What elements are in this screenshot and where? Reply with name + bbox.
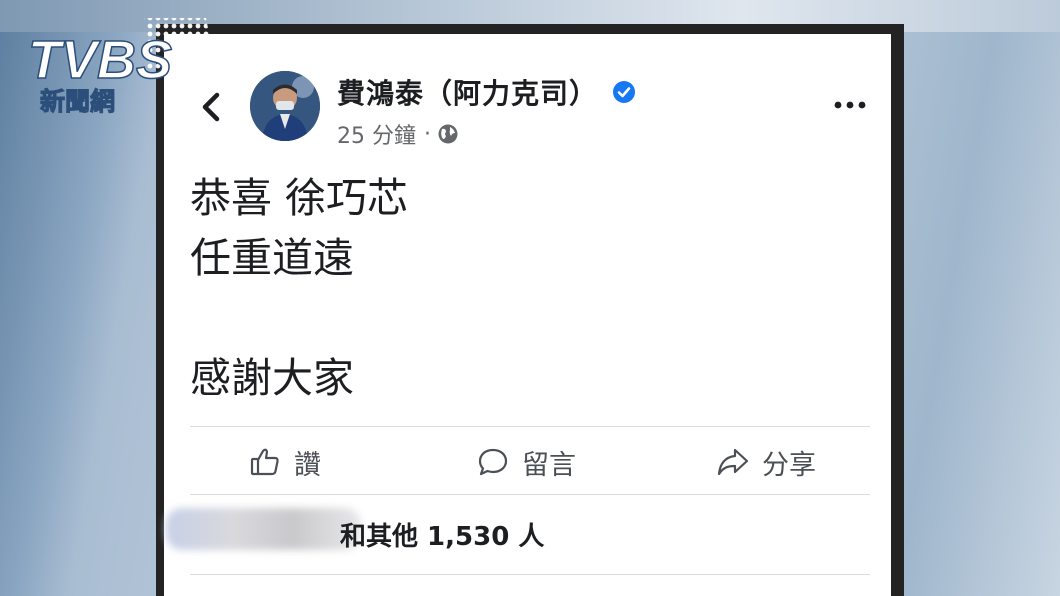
post-line-3 bbox=[190, 288, 408, 348]
comment-button[interactable]: 留言 bbox=[476, 442, 576, 482]
reactions-summary[interactable]: 和其他 1,530 人 bbox=[340, 516, 544, 553]
verified-icon bbox=[613, 81, 636, 103]
logo-brand: TVBS bbox=[28, 30, 172, 90]
post-line-2: 任重道遠 bbox=[190, 234, 354, 282]
globe-icon bbox=[438, 124, 458, 144]
share-button[interactable]: 分享 bbox=[716, 442, 816, 482]
avatar[interactable] bbox=[250, 71, 320, 141]
share-icon bbox=[717, 448, 749, 476]
post-content: 恭喜 徐巧芯 任重道遠 感謝大家 bbox=[190, 168, 408, 408]
like-icon bbox=[250, 448, 279, 476]
post-meta: 25 分鐘 · bbox=[337, 118, 459, 150]
author-name[interactable]: 費鴻泰（阿力克司） bbox=[337, 72, 598, 112]
post-line-1: 恭喜 徐巧芯 bbox=[190, 174, 409, 222]
like-button[interactable]: 讚 bbox=[248, 442, 321, 482]
blurred-reactor-names bbox=[166, 508, 361, 550]
post-line-4: 感謝大家 bbox=[190, 354, 354, 402]
more-icon[interactable] bbox=[832, 98, 868, 112]
logo-subtitle: 新聞網 bbox=[40, 87, 115, 116]
like-label: 讚 bbox=[294, 449, 321, 481]
tvbs-logo: TVBS 新聞網 bbox=[27, 18, 212, 117]
post-time[interactable]: 25 分鐘 bbox=[337, 118, 416, 150]
meta-separator: · bbox=[424, 121, 431, 147]
comment-label: 留言 bbox=[522, 449, 576, 481]
author-row: 費鴻泰（阿力克司） bbox=[337, 72, 636, 112]
divider-footer bbox=[190, 574, 870, 575]
divider-top bbox=[190, 426, 870, 427]
share-label: 分享 bbox=[762, 449, 816, 481]
divider-bottom bbox=[190, 494, 870, 495]
facebook-post: 費鴻泰（阿力克司） 25 分鐘 · 恭喜 徐巧芯 任重道遠 感謝大家 讚 留言 … bbox=[164, 34, 891, 596]
comment-icon bbox=[478, 448, 508, 476]
